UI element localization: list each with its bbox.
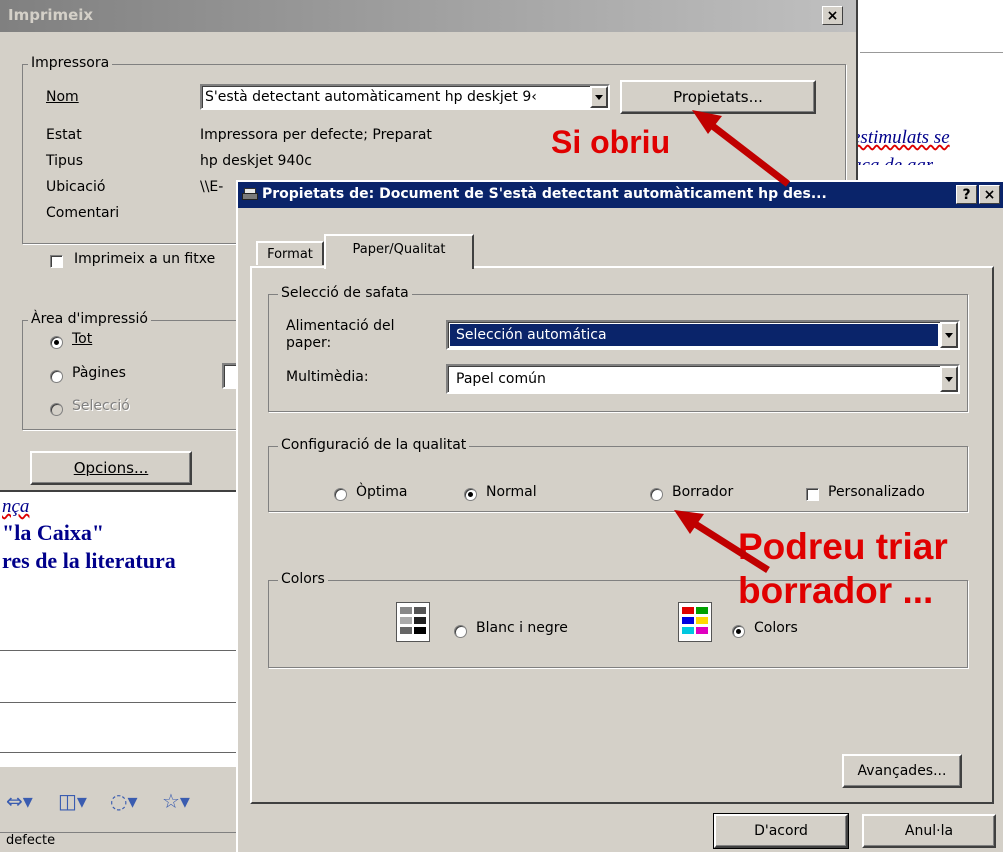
location-value: \\E- xyxy=(200,179,224,195)
color-radio[interactable] xyxy=(732,625,745,638)
printer-group-label: Impressora xyxy=(28,55,113,71)
quality-groupbox xyxy=(268,446,968,512)
quality-custom-checkbox[interactable] xyxy=(806,488,819,501)
properties-title: Propietats de: Document de S'està detect… xyxy=(262,186,827,202)
print-dialog-titlebar: Imprimeix × xyxy=(0,0,856,32)
paper-source-label: Alimentació del paper: xyxy=(286,318,395,351)
doc-text-line2: "la Caixa" xyxy=(2,520,105,545)
properties-titlebar: Propietats de: Document de S'està detect… xyxy=(238,182,1003,208)
status-label: Estat xyxy=(46,127,82,143)
drawing-toolbar: ⇔▾ ◫▾ ◌▾ ☆▾ xyxy=(0,766,240,832)
print-to-file-label: Imprimeix a un fitxe xyxy=(74,251,216,267)
printer-name-value: S'està detectant automàticament hp deskj… xyxy=(205,89,537,105)
print-to-file-checkbox[interactable] xyxy=(50,255,63,268)
doc-right-text-line2: aca de aar xyxy=(852,155,933,165)
status-value: Impressora per defecte; Preparat xyxy=(200,127,432,143)
quality-custom-label: Personalizado xyxy=(828,484,925,500)
location-label: Ubicació xyxy=(46,179,106,195)
advanced-button[interactable]: Avançades... xyxy=(842,754,962,788)
annotation-arrow-properties xyxy=(692,110,791,187)
doc-text-line1: nça xyxy=(2,496,30,517)
close-icon[interactable]: × xyxy=(979,185,1000,204)
quality-group-label: Configuració de la qualitat xyxy=(278,437,470,453)
chevron-down-icon[interactable] xyxy=(940,322,958,348)
doc-rule xyxy=(0,752,240,753)
quality-optimal-label: Òptima xyxy=(356,484,408,500)
arrows-icon[interactable]: ⇔▾ xyxy=(6,789,33,813)
print-range-label: Àrea d'impressió xyxy=(28,311,151,327)
media-select[interactable]: Papel común xyxy=(446,364,960,394)
type-value: hp deskjet 940c xyxy=(200,153,312,169)
range-all-radio[interactable] xyxy=(50,336,63,349)
tab-paper-quality[interactable]: Paper/Qualitat xyxy=(324,234,474,269)
printer-name-select[interactable]: S'està detectant automàticament hp deskj… xyxy=(200,84,610,110)
range-selection-radio xyxy=(50,403,63,416)
help-icon[interactable]: ? xyxy=(956,185,977,204)
doc-text-line3: res de la literatura xyxy=(2,548,176,573)
doc-right-text-line1: estimulats se xyxy=(852,127,950,148)
paper-source-select[interactable]: Selección automática xyxy=(446,320,960,350)
tray-groupbox xyxy=(268,294,968,412)
doc-rule xyxy=(0,702,240,703)
print-dialog-title: Imprimeix xyxy=(8,6,94,24)
quality-draft-label: Borrador xyxy=(672,484,734,500)
chevron-down-icon[interactable] xyxy=(940,366,958,392)
star-icon[interactable]: ☆▾ xyxy=(162,789,190,813)
grayscale-icon xyxy=(396,602,430,642)
media-value: Papel común xyxy=(456,371,546,387)
color-palette-icon xyxy=(678,602,712,642)
name-label: Nom xyxy=(46,89,79,105)
properties-dialog: Propietats de: Document de S'està detect… xyxy=(236,180,1003,852)
comment-label: Comentari xyxy=(46,205,120,221)
chevron-down-icon[interactable] xyxy=(590,86,608,108)
paper-source-value: Selección automática xyxy=(450,324,938,346)
type-label: Tipus xyxy=(46,153,84,169)
quality-normal-label: Normal xyxy=(486,484,537,500)
range-pages-label: Pàgines xyxy=(72,365,126,381)
annotation-open-note: Si obriu xyxy=(551,124,671,160)
quality-normal-radio[interactable] xyxy=(464,488,477,501)
range-selection-label: Selecció xyxy=(72,398,130,414)
callout-icon[interactable]: ◌▾ xyxy=(110,789,138,813)
doc-rule xyxy=(0,650,240,651)
close-icon[interactable]: × xyxy=(822,6,843,25)
tray-group-label: Selecció de safata xyxy=(278,285,412,301)
tab-format[interactable]: Format xyxy=(256,241,324,265)
bw-radio[interactable] xyxy=(454,625,467,638)
shape-icon[interactable]: ◫▾ xyxy=(58,789,87,813)
cancel-button[interactable]: Anul·la xyxy=(862,814,996,848)
media-label: Multimèdia: xyxy=(286,369,369,385)
annotation-arrow-draft xyxy=(674,510,770,573)
options-button[interactable]: Opcions... xyxy=(30,451,192,485)
ok-button[interactable]: D'acord xyxy=(713,813,849,849)
status-bar: defecte xyxy=(0,832,240,852)
range-pages-radio[interactable] xyxy=(50,370,63,383)
printer-icon xyxy=(242,186,258,202)
range-all-label: Tot xyxy=(72,331,93,347)
color-label: Colors xyxy=(754,620,798,636)
colors-group-label: Colors xyxy=(278,571,328,587)
bw-label: Blanc i negre xyxy=(476,620,568,636)
quality-optimal-radio[interactable] xyxy=(334,488,347,501)
